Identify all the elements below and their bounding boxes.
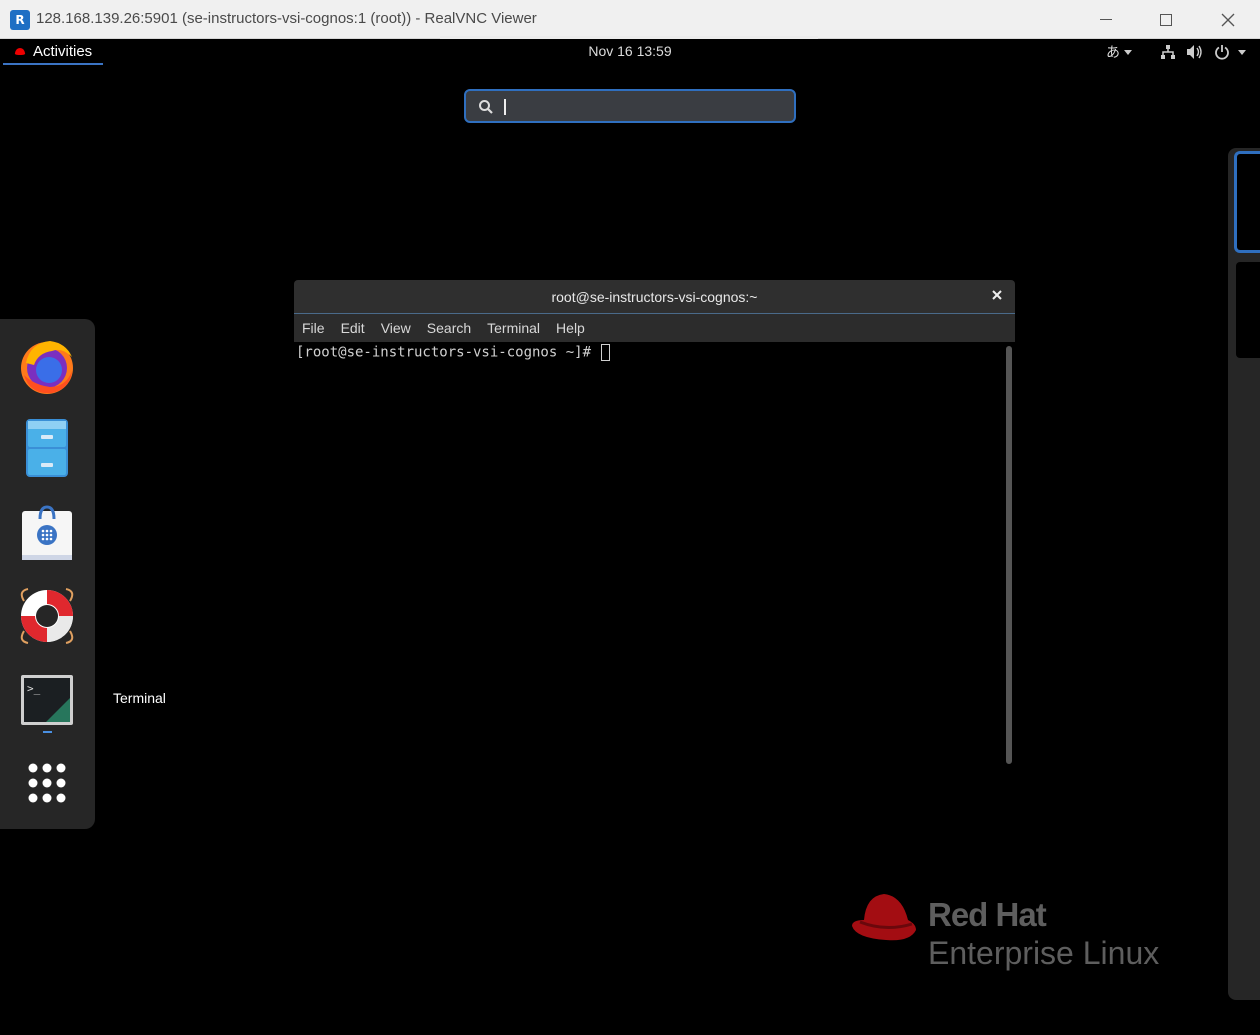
workspace-thumbnail-active[interactable] — [1234, 151, 1260, 253]
volume-icon — [1187, 45, 1202, 59]
system-tray: あ — [1106, 39, 1246, 65]
menu-view[interactable]: View — [373, 320, 419, 336]
file-cabinet-icon — [26, 419, 68, 477]
network-icon — [1161, 45, 1175, 59]
terminal-window[interactable]: root@se-instructors-vsi-cognos:~ File Ed… — [294, 280, 1015, 766]
minimize-icon — [1100, 19, 1112, 20]
minimize-button[interactable] — [1078, 0, 1134, 39]
app-grid-icon — [28, 763, 66, 803]
menu-file[interactable]: File — [294, 320, 333, 336]
realvnc-app-icon[interactable]: R — [10, 10, 30, 30]
chevron-down-icon — [1238, 49, 1246, 55]
text-cursor — [504, 99, 506, 115]
search-icon — [479, 100, 493, 114]
dock-item-terminal[interactable]: >_ — [16, 671, 78, 733]
vnc-title-bar: R 128.168.139.26:5901 (se-instructors-vs… — [0, 0, 1260, 39]
gnome-top-bar: Activities Nov 16 13:59 あ — [0, 39, 1260, 65]
workspace-thumbnail[interactable] — [1236, 262, 1260, 358]
activities-button[interactable]: Activities — [3, 39, 104, 65]
menu-edit[interactable]: Edit — [333, 320, 373, 336]
terminal-title: root@se-instructors-vsi-cognos:~ — [551, 289, 758, 305]
status-menu[interactable] — [1160, 44, 1246, 60]
terminal-icon: >_ — [21, 675, 73, 725]
red-hat-icon — [14, 48, 26, 55]
software-bag-icon — [22, 505, 72, 560]
close-icon — [1221, 13, 1235, 26]
menu-search[interactable]: Search — [419, 320, 479, 336]
dash-dock: >_ — [0, 319, 95, 829]
chevron-down-icon — [1124, 49, 1132, 55]
brand-product: Enterprise Linux — [928, 935, 1160, 971]
menu-terminal[interactable]: Terminal — [479, 320, 548, 336]
overview-search[interactable] — [464, 89, 796, 123]
svg-text:>_: >_ — [27, 682, 41, 695]
maximize-button[interactable] — [1138, 0, 1194, 39]
shell-prompt: [root@se-instructors-vsi-cognos ~]# — [296, 344, 600, 361]
window-title: 128.168.139.26:5901 (se-instructors-vsi-… — [36, 10, 537, 27]
terminal-header-bar[interactable]: root@se-instructors-vsi-cognos:~ — [294, 280, 1015, 314]
search-input[interactable] — [502, 95, 786, 119]
red-hat-logo — [852, 894, 916, 941]
input-method-menu[interactable]: あ — [1106, 42, 1132, 62]
maximize-icon — [1160, 13, 1172, 26]
lifebuoy-icon — [20, 588, 74, 644]
terminal-cursor — [601, 344, 611, 361]
dock-item-software[interactable] — [16, 501, 78, 563]
terminal-menubar: File Edit View Search Terminal Help — [294, 314, 1015, 342]
dock-tooltip: Terminal — [113, 690, 166, 706]
dock-item-files[interactable] — [16, 417, 78, 479]
close-icon[interactable] — [990, 288, 1004, 302]
dock-item-help[interactable] — [16, 585, 78, 647]
menu-help[interactable]: Help — [548, 320, 593, 336]
close-window-button[interactable] — [1200, 0, 1256, 39]
shell-prompt-line: [root@se-instructors-vsi-cognos ~]# — [296, 344, 611, 361]
input-method-label: あ — [1106, 45, 1120, 61]
activities-label: Activities — [33, 42, 93, 60]
show-applications-button[interactable] — [16, 755, 78, 817]
terminal-scrollbar[interactable] — [1006, 346, 1012, 764]
terminal-output[interactable]: [root@se-instructors-vsi-cognos ~]# — [294, 342, 1005, 766]
dock-item-firefox[interactable] — [16, 335, 78, 397]
clock[interactable]: Nov 16 13:59 — [0, 43, 1260, 59]
running-indicator — [43, 731, 52, 733]
firefox-icon — [21, 341, 73, 394]
brand-name: Red Hat — [928, 896, 1047, 933]
power-icon — [1215, 45, 1229, 60]
